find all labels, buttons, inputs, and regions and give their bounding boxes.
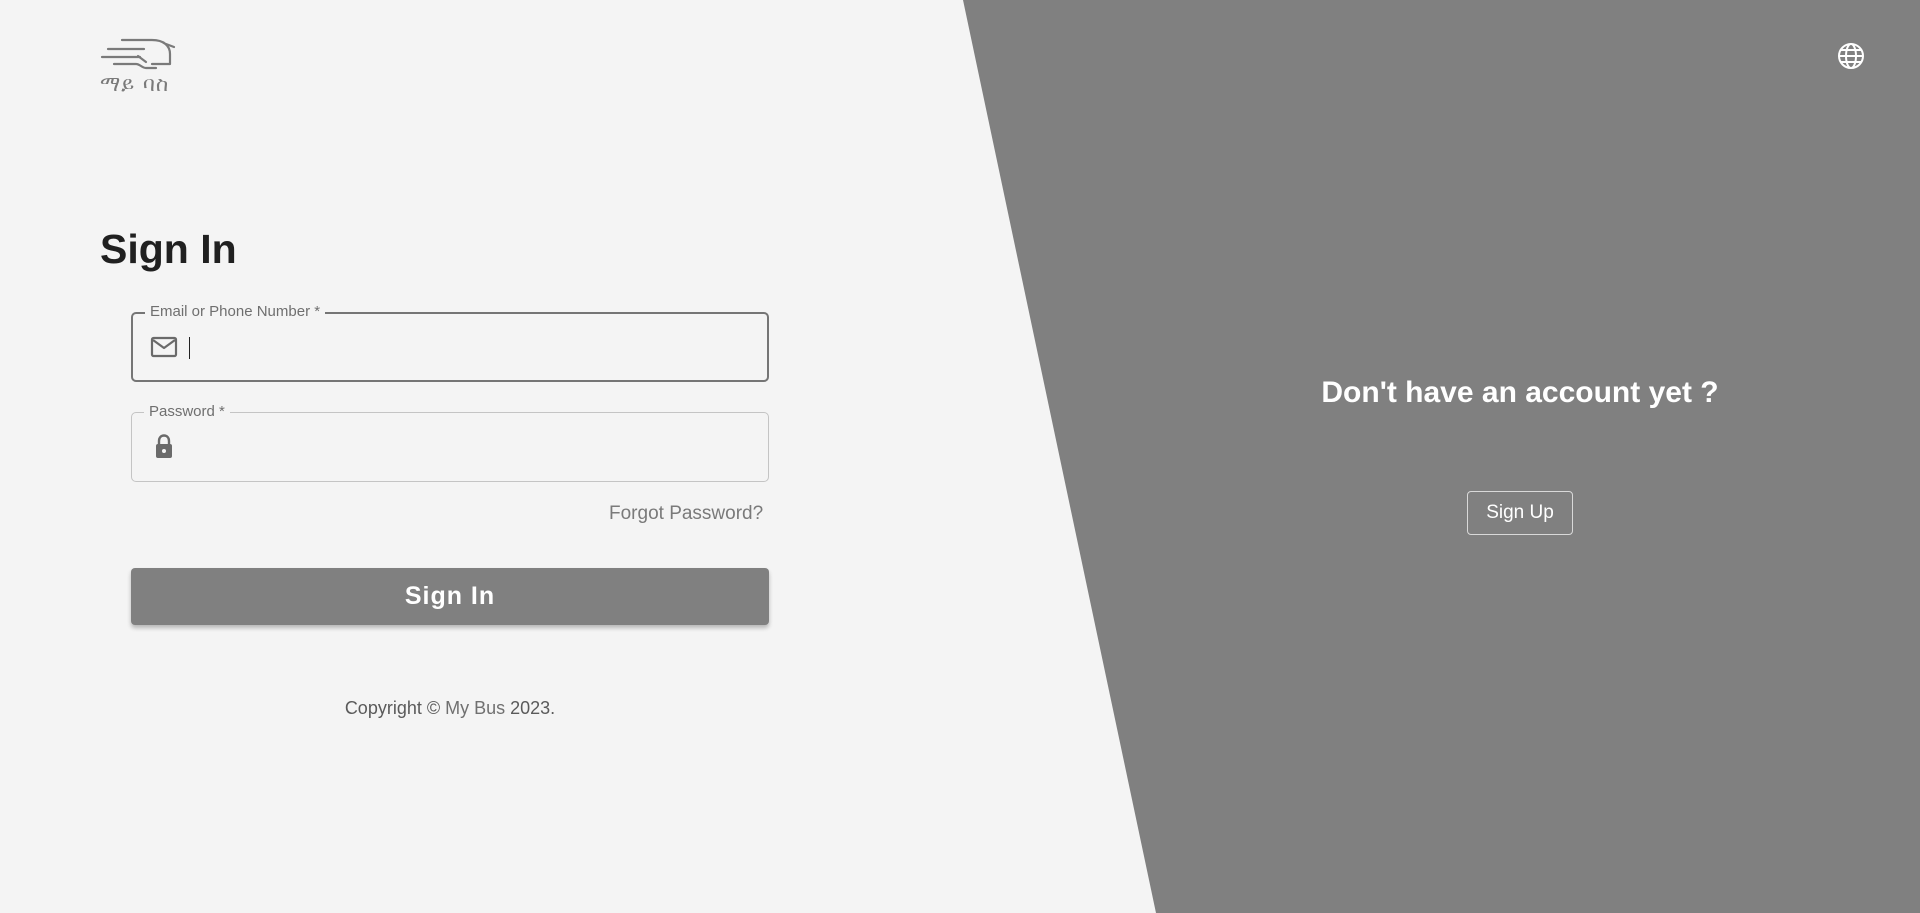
text-caret [189, 337, 190, 359]
email-field-label: Email or Phone Number * [145, 303, 326, 321]
copyright-brand: My Bus [445, 698, 506, 718]
page-title: Sign In [100, 226, 237, 272]
sign-up-button[interactable]: Sign Up [1467, 491, 1573, 535]
brand-logo-text: ማይ ባስ [100, 72, 170, 96]
globe-icon[interactable] [1837, 42, 1865, 70]
copyright-prefix: Copyright © [344, 698, 446, 718]
password-field-label: Password * [144, 403, 230, 421]
lock-icon [150, 434, 178, 459]
brand-logo: ማይ ባስ [100, 36, 180, 98]
signup-prompt: Don't have an account yet ? [1321, 376, 1719, 409]
forgot-password-link[interactable]: Forgot Password? [609, 503, 763, 525]
page: ማይ ባስ Sign In Email or Phone Number * Pa… [0, 0, 1920, 913]
mail-icon [150, 335, 178, 359]
email-field[interactable]: Email or Phone Number * [131, 303, 769, 382]
password-field[interactable]: Password * [131, 403, 769, 482]
bus-speed-icon [100, 38, 176, 70]
copyright: Copyright © My Bus 2023. [131, 698, 769, 719]
copyright-suffix: 2023. [505, 698, 556, 718]
password-input[interactable] [188, 427, 748, 467]
email-input[interactable] [189, 328, 749, 368]
sign-in-button[interactable]: Sign In [131, 568, 769, 625]
